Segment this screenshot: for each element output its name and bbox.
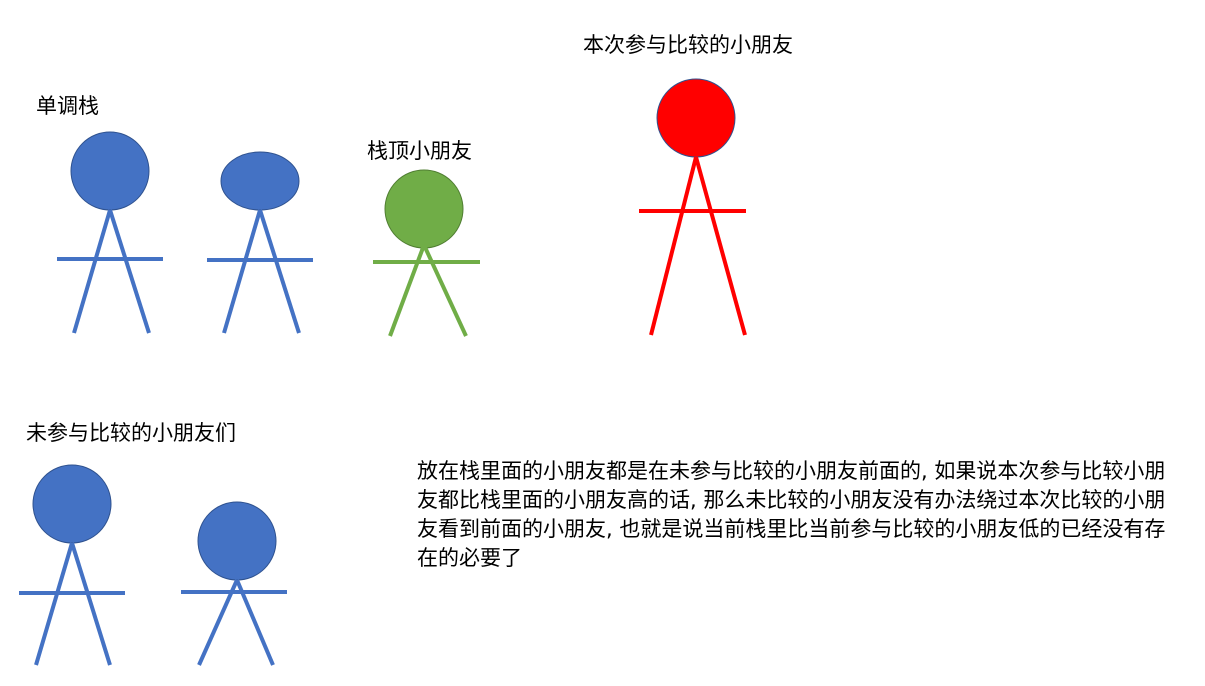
explanation-text: 放在栈里面的小朋友都是在未参与比较的小朋友前面的, 如果说本次参与比较小朋友都比… xyxy=(417,459,1166,570)
current-child-label: 本次参与比较的小朋友 xyxy=(583,33,793,57)
figure-leg-left xyxy=(72,209,112,334)
stack-member-figure-1 xyxy=(57,131,163,334)
figure-leg-right xyxy=(258,209,301,334)
figure-leg-right xyxy=(108,209,151,334)
waiting-children-label: 未参与比较的小朋友们 xyxy=(26,421,236,445)
stack-member-figure-2 xyxy=(207,151,313,334)
diagram-canvas xyxy=(19,78,747,666)
figure-head xyxy=(197,501,277,581)
figure-leg-left xyxy=(34,542,74,666)
figure-head xyxy=(70,131,150,211)
figure-leg-right xyxy=(422,244,468,337)
mono-stack-label: 单调栈 xyxy=(36,94,99,118)
figure-head xyxy=(384,169,464,249)
stack-top-label: 栈顶小朋友 xyxy=(367,139,472,163)
figure-head xyxy=(32,464,112,544)
waiting-figure-2 xyxy=(181,501,287,666)
figure-leg-right xyxy=(694,156,747,336)
stack-top-figure xyxy=(373,169,480,337)
figure-leg-left xyxy=(222,209,262,334)
figure-leg-left xyxy=(388,244,426,337)
waiting-figure-1 xyxy=(19,464,125,666)
figure-head xyxy=(220,151,300,211)
figure-head xyxy=(656,78,736,158)
figure-leg-right xyxy=(70,542,112,666)
figure-leg-left xyxy=(649,156,698,336)
current-figure xyxy=(639,78,747,336)
